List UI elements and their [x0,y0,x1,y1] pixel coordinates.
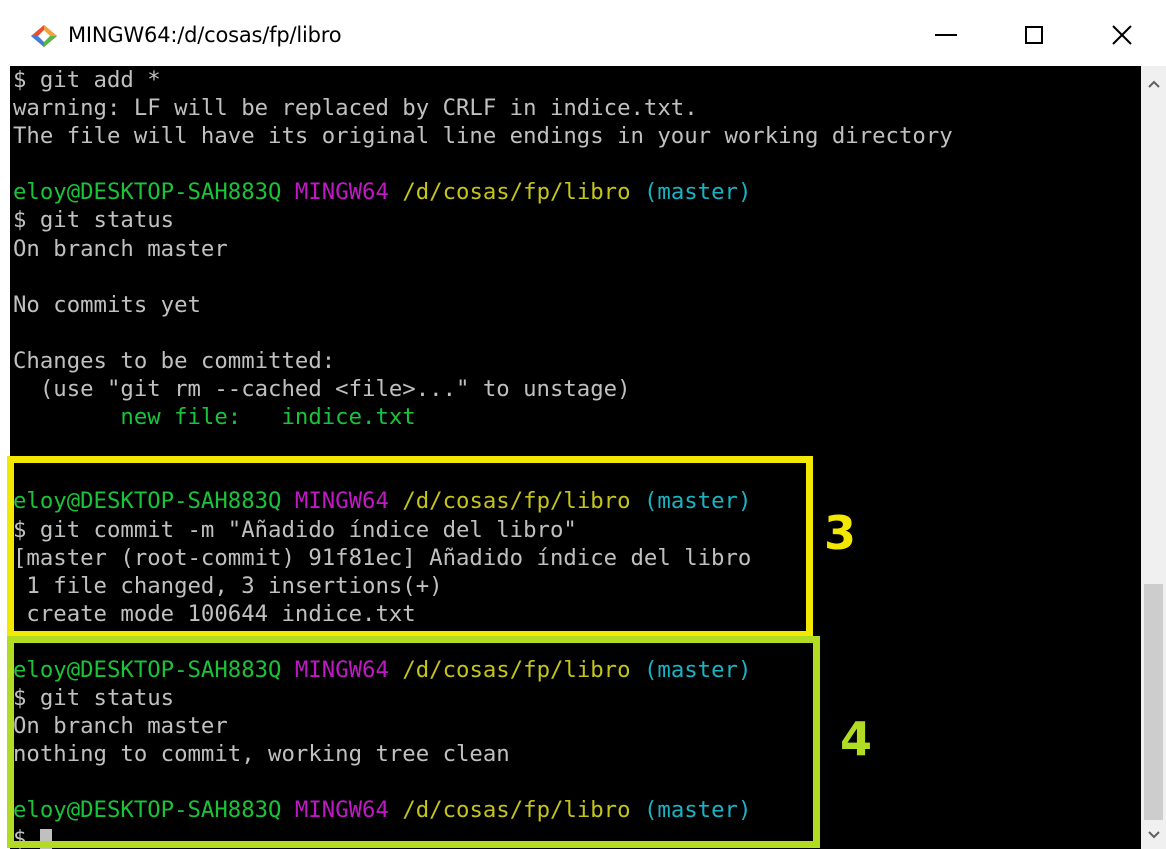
terminal-text: MINGW64 [294,797,389,824]
terminal-line: nothing to commit, working tree clean [13,740,953,768]
terminal-text: create mode 100644 indice.txt [13,600,416,627]
terminal-line: Changes to be committed: [13,347,953,375]
minimize-icon [935,34,957,36]
terminal-text: $ [13,825,27,849]
terminal-line: [master (root-commit) 91f81ec] Añadido í… [13,544,953,572]
minimize-button[interactable] [902,6,990,64]
git-bash-icon [31,25,57,47]
terminal-line: new file: indice.txt [13,403,953,431]
terminal-line: $ git status [13,206,953,234]
terminal-text: On branch master [13,235,228,262]
terminal-text: /d/cosas/fp/libro [402,797,631,824]
terminal-line: (use "git rm --cached <file>..." to unst… [13,375,953,403]
terminal-line: No commits yet [13,291,953,319]
terminal-text: (master) [643,656,752,683]
terminal-text: [master (root-commit) 91f81ec] Añadido í… [13,544,752,571]
terminal-text: new file: indice.txt [13,404,416,431]
close-button[interactable] [1078,6,1166,64]
scrollbar-thumb[interactable] [1144,584,1163,820]
terminal-text: Changes to be committed: [13,347,336,374]
terminal-text: /d/cosas/fp/libro [402,179,631,206]
terminal-line: eloy@DESKTOP-SAH883Q MINGW64 /d/cosas/fp… [13,487,953,515]
terminal-text: On branch master [13,713,228,740]
terminal-text: eloy@DESKTOP-SAH883Q [13,797,282,824]
terminal-text: The file will have its original line end… [13,123,953,150]
terminal-text: $ git status [13,685,175,712]
terminal-line: create mode 100644 indice.txt [13,600,953,628]
terminal-text: $ git commit -m "Añadido índice del libr… [13,516,577,543]
title-bar[interactable]: MINGW64:/d/cosas/fp/libro [10,6,1166,66]
terminal-text: /d/cosas/fp/libro [402,656,631,683]
terminal-text: MINGW64 [294,488,389,515]
terminal-text: nothing to commit, working tree clean [13,741,510,768]
window-title: MINGW64:/d/cosas/fp/libro [68,23,342,47]
maximize-button[interactable] [990,6,1078,64]
terminal-text: eloy@DESKTOP-SAH883Q [13,656,282,683]
terminal-line: warning: LF will be replaced by CRLF in … [13,94,953,122]
terminal-line: $ [13,825,953,849]
terminal-text: (master) [643,797,752,824]
terminal-line: On branch master [13,712,953,740]
scroll-up-arrow-icon [1147,80,1160,88]
terminal-line: $ git commit -m "Añadido índice del libr… [13,516,953,544]
terminal-text: eloy@DESKTOP-SAH883Q [13,179,282,206]
terminal-text: No commits yet [13,291,201,318]
highlight-label-4: 4 [840,712,873,766]
terminal-text: /d/cosas/fp/libro [402,488,631,515]
terminal-text: $ git add * [13,67,161,93]
terminal-line: On branch master [13,235,953,263]
terminal-output[interactable]: $ git add * warning: LF will be replaced … [10,66,1141,849]
terminal-text: 1 file changed, 3 insertions(+) [13,572,443,599]
highlight-label-3: 3 [824,506,857,560]
terminal-line: 1 file changed, 3 insertions(+) [13,572,953,600]
terminal-line: eloy@DESKTOP-SAH883Q MINGW64 /d/cosas/fp… [13,656,953,684]
terminal-line: The file will have its original line end… [13,122,953,150]
maximize-icon [1025,26,1043,44]
terminal-cursor [39,828,52,849]
terminal-line: eloy@DESKTOP-SAH883Q MINGW64 /d/cosas/fp… [13,796,953,824]
terminal-line: $ git status [13,684,953,712]
scroll-up-button[interactable] [1141,70,1166,98]
terminal-line: eloy@DESKTOP-SAH883Q MINGW64 /d/cosas/fp… [13,178,953,206]
terminal-text: (use "git rm --cached <file>..." to unst… [13,376,631,403]
close-icon [1112,25,1132,45]
vertical-scrollbar[interactable] [1141,66,1166,849]
terminal-text: $ git status [13,207,175,234]
terminal-text: MINGW64 [294,656,389,683]
terminal-text: warning: LF will be replaced by CRLF in … [13,95,698,122]
terminal-lines: $ git add * warning: LF will be replaced … [13,66,953,849]
scroll-down-arrow-icon [1147,831,1160,839]
scroll-down-button[interactable] [1141,821,1166,849]
terminal-window: MINGW64:/d/cosas/fp/libro $ git add * war… [0,0,1166,849]
terminal-line: $ git add * [13,66,953,94]
terminal-text: MINGW64 [294,179,389,206]
terminal-text: eloy@DESKTOP-SAH883Q [13,488,282,515]
terminal-text: (master) [643,488,752,515]
terminal-text: (master) [643,179,752,206]
